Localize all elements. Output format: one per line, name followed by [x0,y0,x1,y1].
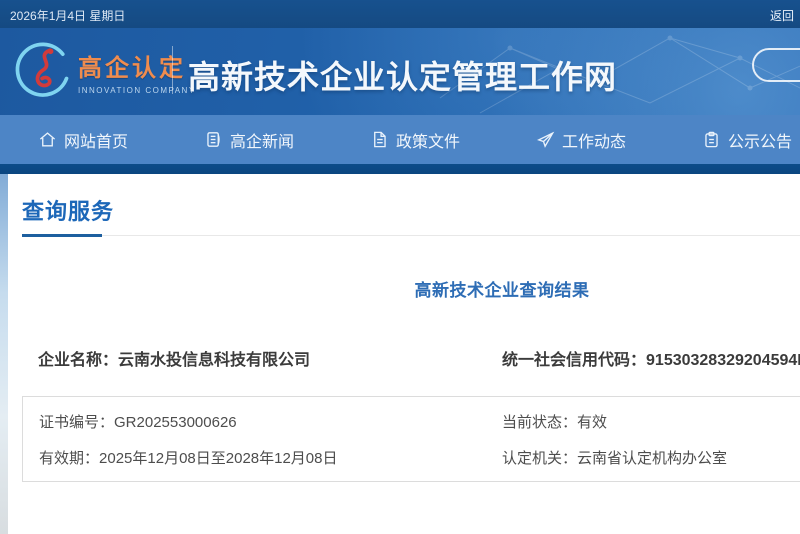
nav-item-label: 网站首页 [64,128,128,152]
table-row: 有效期：2025年12月08日至2028年12月08日 认定机关：云南省认定机构… [23,443,800,471]
company-name: 企业名称：云南水投信息科技有限公司 [22,346,486,370]
clipboard-icon [702,130,721,149]
section-title: 查询服务 [22,194,800,226]
nav-item-policy[interactable]: 政策文件 [370,128,460,152]
nav-item-label: 工作动态 [562,128,626,152]
cert-authority-label: 认定机关： [502,450,577,467]
site-title: 高新技术企业认定管理工作网 [188,52,617,98]
company-info-row: 企业名称：云南水投信息科技有限公司 统一社会信用代码：9153032832920… [22,346,800,370]
current-date: 2026年1月4日 星期日 [10,7,125,24]
result-title: 高新技术企业查询结果 [22,276,800,301]
cert-validity: 有效期：2025年12月08日至2028年12月08日 [23,447,486,468]
search-input[interactable] [752,48,800,82]
home-icon [38,130,57,149]
cert-validity-value: 2025年12月08日至2028年12月08日 [99,450,337,467]
nav-item-updates[interactable]: 工作动态 [536,128,626,152]
cert-status-value: 有效 [577,414,607,431]
main-nav: 网站首页 高企新闻 政策文件 工作动态 [0,115,800,164]
content-panel: 查询服务 高新技术企业查询结果 企业名称：云南水投信息科技有限公司 统一社会信用… [8,174,800,534]
site-logo[interactable]: 高企认定 INNOVATION COMPANY [14,40,196,102]
logo-cn-text: 高企认定 [78,48,196,83]
nav-bottom-strip [0,164,800,174]
section-divider [22,235,800,236]
page: 2026年1月4日 星期日 返回 高企认定 INNOVATION [0,0,800,534]
send-icon [536,130,555,149]
cert-authority-value: 云南省认定机构办公室 [577,450,727,467]
nav-item-news[interactable]: 高企新闻 [204,128,294,152]
cert-authority: 认定机关：云南省认定机构办公室 [486,447,800,468]
site-header: 高企认定 INNOVATION COMPANY 高新技术企业认定管理工作网 [0,28,800,115]
cert-number-value: GR202553000626 [114,414,237,431]
nav-item-label: 公示公告 [728,128,792,152]
header-divider [172,46,173,94]
nav-item-home[interactable]: 网站首页 [38,128,128,152]
credit-code-label: 统一社会信用代码： [502,352,646,369]
nav-item-label: 政策文件 [396,128,460,152]
section-header: 查询服务 [22,194,800,236]
cert-validity-label: 有效期： [39,450,99,467]
nav-item-label: 高企新闻 [230,128,294,152]
logo-circle-icon [14,40,74,102]
cert-number: 证书编号：GR202553000626 [23,411,486,432]
credit-code: 统一社会信用代码：91530328329204594M [486,346,800,370]
back-link[interactable]: 返回 [770,7,794,24]
news-icon [204,130,223,149]
table-row: 证书编号：GR202553000626 当前状态：有效 [23,407,800,435]
cert-status: 当前状态：有效 [486,411,800,432]
company-name-value: 云南水投信息科技有限公司 [118,352,310,369]
top-utility-bar: 2026年1月4日 星期日 返回 [0,0,800,28]
document-icon [370,130,389,149]
nav-item-announcements[interactable]: 公示公告 [702,128,792,152]
cert-number-label: 证书编号： [39,414,114,431]
credit-code-value: 91530328329204594M [646,352,800,369]
company-name-label: 企业名称： [38,352,118,369]
section-divider-accent [22,234,102,237]
cert-status-label: 当前状态： [502,414,577,431]
certificate-detail-box: 证书编号：GR202553000626 当前状态：有效 有效期：2025年12月… [22,396,800,482]
logo-en-text: INNOVATION COMPANY [78,86,196,95]
